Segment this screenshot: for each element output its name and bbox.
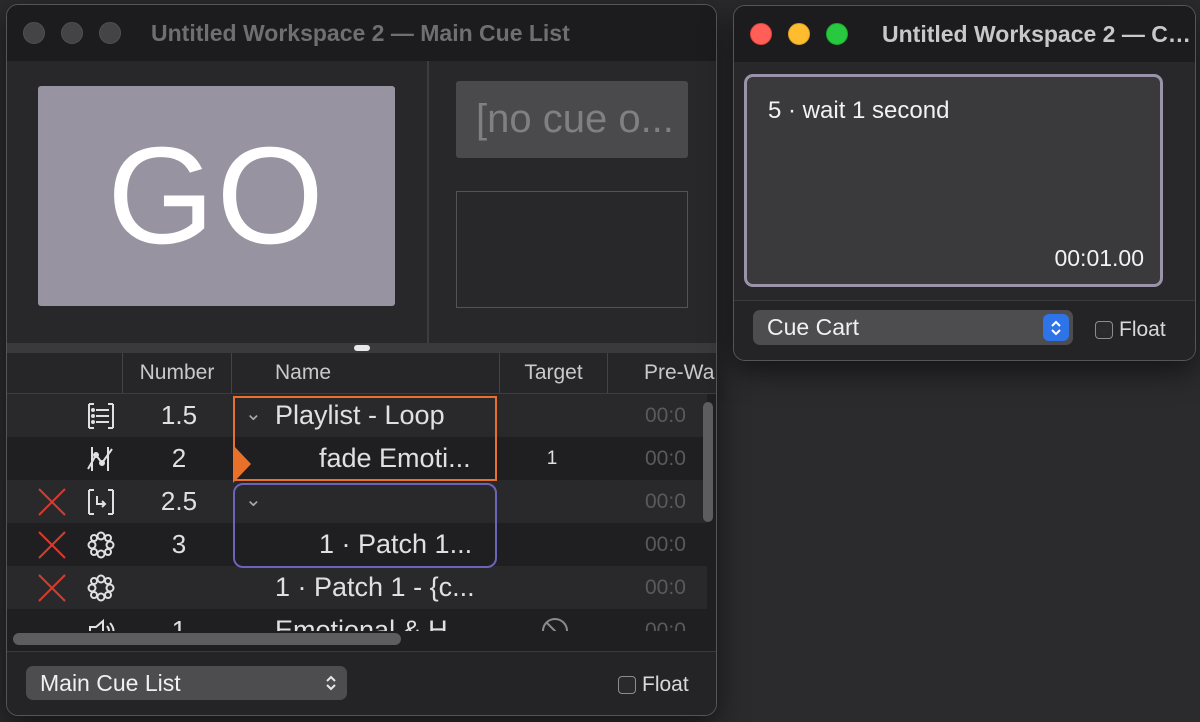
cue-notes-field[interactable] <box>456 191 688 308</box>
cue-cart-window: Untitled Workspace 2 — Cu... 5 · wait 1 … <box>733 5 1196 361</box>
audio-icon <box>83 609 119 631</box>
cue-prewait: 00:0 <box>645 533 686 556</box>
table-row[interactable]: 1 · Patch 1 - {c... 00:0 <box>7 566 707 609</box>
group-start-icon <box>83 480 119 523</box>
zoom-window-button[interactable] <box>826 23 848 45</box>
playhead-marker-icon <box>233 445 251 483</box>
column-separator[interactable] <box>607 353 608 393</box>
cue-prewait: 00:0 <box>645 490 686 513</box>
minimize-window-button[interactable] <box>788 23 810 45</box>
cart-cue-name: 5 · wait 1 second <box>768 97 950 124</box>
table-row[interactable]: 2 fade Emoti... 1 00:0 <box>7 437 707 480</box>
window-title: Untitled Workspace 2 — Main Cue List <box>151 19 570 46</box>
table-row[interactable]: 2.5 ⌄ 00:0 <box>7 480 707 523</box>
cue-name: 1 · Patch 1... <box>319 529 473 559</box>
cart-titlebar[interactable]: Untitled Workspace 2 — Cu... <box>734 6 1195 62</box>
minimize-window-button[interactable] <box>61 22 83 44</box>
cue-name: fade Emoti... <box>319 443 471 473</box>
horizontal-scrollbar[interactable] <box>13 633 401 645</box>
window-controls <box>23 22 121 44</box>
cart-cue-tile[interactable]: 5 · wait 1 second 00:01.00 <box>744 74 1163 287</box>
float-toggle[interactable]: Float <box>618 673 689 697</box>
main-titlebar[interactable]: Untitled Workspace 2 — Main Cue List <box>7 5 716 61</box>
cue-name: 1 · Patch 1 - {c... <box>275 572 475 602</box>
column-header-number[interactable]: Number <box>122 353 232 393</box>
window-controls <box>750 23 848 45</box>
float-label: Float <box>642 673 689 696</box>
standby-panel: [no cue o... <box>429 61 716 343</box>
cue-table: 1.5 ⌄ Playlist - Loop 00:0 2 fade Emoti.… <box>7 394 716 631</box>
column-header-name[interactable]: Name <box>275 353 495 393</box>
close-window-button[interactable] <box>750 23 772 45</box>
disclosure-chevron-icon[interactable]: ⌄ <box>245 480 262 523</box>
broken-cue-x-icon <box>35 566 69 609</box>
cue-prewait: 00:0 <box>645 576 686 599</box>
cue-number: 2 <box>171 443 187 473</box>
main-cue-list-window: Untitled Workspace 2 — Main Cue List GO … <box>6 4 717 716</box>
column-header-target[interactable]: Target <box>500 353 607 393</box>
cue-prewait: 00:0 <box>645 447 686 470</box>
column-separator[interactable] <box>231 353 232 393</box>
cue-number: 1 <box>171 615 187 631</box>
close-window-button[interactable] <box>23 22 45 44</box>
column-header-prewait[interactable]: Pre-Wa <box>644 353 716 393</box>
cue-prewait: 00:0 <box>645 619 686 631</box>
zoom-window-button[interactable] <box>99 22 121 44</box>
table-row[interactable]: 1.5 ⌄ Playlist - Loop 00:0 <box>7 394 707 437</box>
no-target-icon <box>537 609 573 631</box>
float-checkbox[interactable] <box>1095 321 1113 339</box>
float-checkbox[interactable] <box>618 676 636 694</box>
cart-select-label: Cue Cart <box>767 314 860 340</box>
go-button[interactable]: GO <box>38 86 395 306</box>
cue-name: Playlist - Loop <box>275 400 445 430</box>
split-view-divider[interactable] <box>7 343 716 353</box>
window-title: Untitled Workspace 2 — Cu... <box>882 20 1195 47</box>
disclosure-chevron-icon[interactable]: ⌄ <box>245 394 262 437</box>
cue-list-select-label: Main Cue List <box>40 670 181 696</box>
cue-number <box>124 566 234 609</box>
broken-cue-x-icon <box>35 523 69 566</box>
broken-cue-x-icon <box>35 480 69 523</box>
up-down-chevron-icon <box>326 675 336 691</box>
cart-select[interactable]: Cue Cart <box>753 310 1073 345</box>
table-row[interactable]: 3 1 · Patch 1... 00:0 <box>7 523 707 566</box>
cue-prewait: 00:0 <box>645 404 686 427</box>
fade-icon <box>83 437 119 480</box>
select-stepper-icon <box>1043 314 1069 341</box>
cue-list-select[interactable]: Main Cue List <box>26 666 347 700</box>
table-row[interactable]: 1 Emotional & H... 00:0 <box>7 609 707 631</box>
cart-footer: Cue Cart Float <box>734 300 1195 360</box>
network-icon <box>83 566 119 609</box>
float-label: Float <box>1119 318 1166 341</box>
vertical-scrollbar[interactable] <box>703 402 713 522</box>
next-cue-display: [no cue o... <box>456 81 688 158</box>
float-toggle[interactable]: Float <box>1095 318 1166 342</box>
cue-name <box>275 480 495 523</box>
network-icon <box>83 523 119 566</box>
cue-number: 1.5 <box>160 400 198 430</box>
cue-number: 2.5 <box>160 486 198 516</box>
cart-grid: 5 · wait 1 second 00:01.00 <box>734 62 1195 300</box>
main-footer: Main Cue List Float <box>7 651 716 715</box>
go-panel: GO <box>7 61 427 343</box>
cue-table-header: Number Name Target Pre-Wa <box>7 353 716 394</box>
group-playlist-icon <box>83 394 119 437</box>
cue-name: Emotional & H... <box>275 615 471 631</box>
split-handle-icon[interactable] <box>354 345 370 351</box>
cue-target: 1 <box>546 448 558 469</box>
cart-cue-time: 00:01.00 <box>1054 245 1144 271</box>
cue-number: 3 <box>171 529 187 559</box>
